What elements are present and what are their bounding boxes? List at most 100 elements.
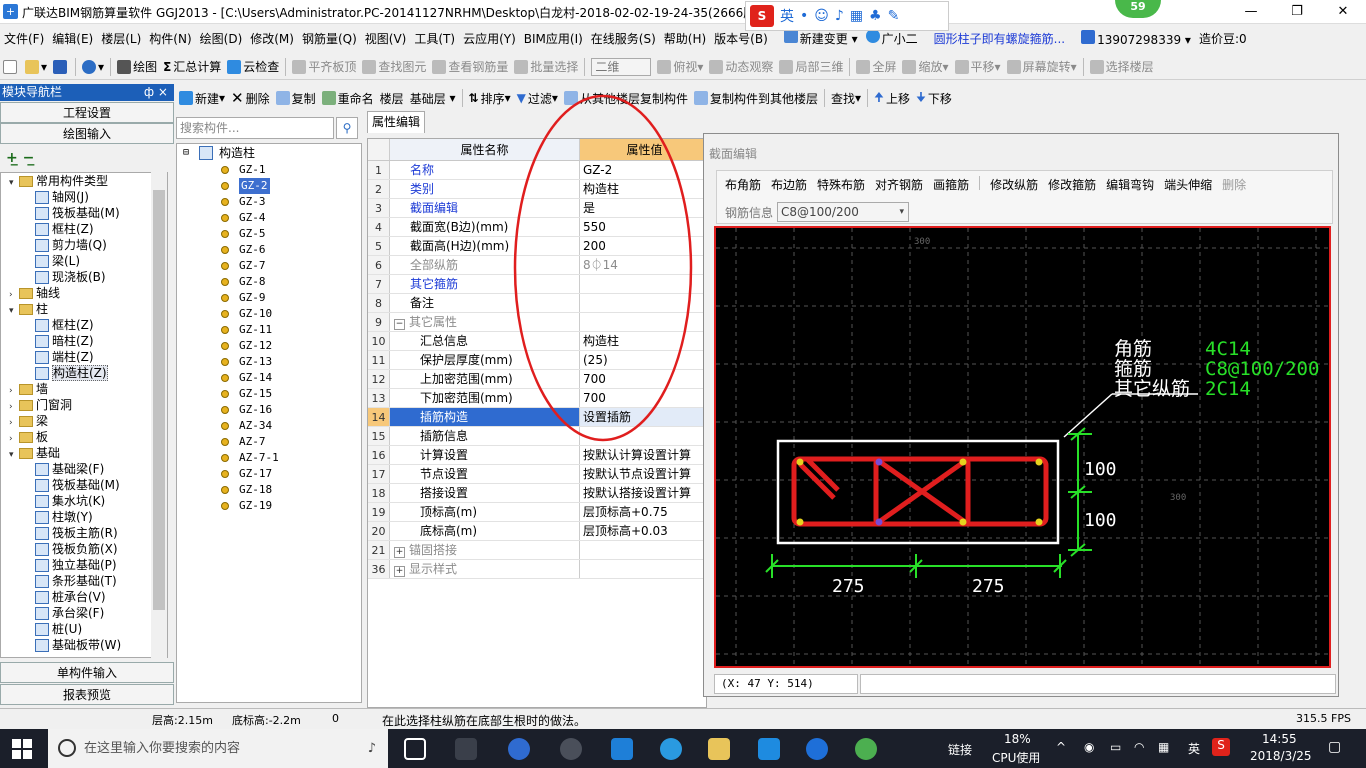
nav-tree-item[interactable]: 轴网(J): [1, 189, 167, 205]
nav-tree-item[interactable]: 筏板基础(M): [1, 477, 167, 493]
property-value[interactable]: [580, 541, 706, 559]
section-drawing[interactable]: 300 300 角筋 箍筋 其它纵筋 4C14 C8@100/200 2C14: [716, 228, 1329, 666]
new-component-button[interactable]: 新建 ▾: [176, 87, 228, 109]
component-item[interactable]: GZ-3: [177, 194, 361, 210]
filter-button[interactable]: ▼ 过滤 ▾: [514, 87, 561, 109]
section-tool-button[interactable]: 特殊布筋: [817, 176, 865, 193]
rename-button[interactable]: 重命名: [319, 87, 377, 109]
component-item[interactable]: GZ-12: [177, 338, 361, 354]
fan-app-icon[interactable]: [455, 738, 477, 760]
property-row[interactable]: 18 搭接设置 按默认搭接设置计算: [368, 484, 706, 503]
nav-tree-item[interactable]: 筏板负筋(X): [1, 541, 167, 557]
property-row[interactable]: 1 名称 GZ-2: [368, 161, 706, 180]
nav-tree-item[interactable]: 框柱(Z): [1, 221, 167, 237]
user-account[interactable]: 13907298339 ▾: [1077, 29, 1195, 47]
menu-help[interactable]: 帮助(H): [660, 30, 710, 47]
minimize-button[interactable]: —: [1228, 0, 1274, 24]
sort-button[interactable]: ⇅ 排序 ▾: [466, 87, 514, 109]
notification-center-icon[interactable]: ▢: [1328, 739, 1341, 755]
ime-toolbar[interactable]: S 英 • ☺ ♪ ▦ ♣ ✎: [745, 1, 949, 31]
batch-select-button[interactable]: 批量选择: [511, 56, 581, 78]
collapse-icon[interactable]: ⊟: [183, 144, 189, 162]
component-item[interactable]: GZ-2: [177, 178, 361, 194]
menu-component[interactable]: 构件(N): [145, 30, 195, 47]
nav-tree-item[interactable]: ▾ 常用构件类型: [1, 173, 167, 189]
nav-tree-item[interactable]: 暗柱(Z): [1, 333, 167, 349]
property-value[interactable]: 构造柱: [580, 332, 706, 350]
menu-bim[interactable]: BIM应用(I): [520, 30, 587, 47]
component-item[interactable]: GZ-19: [177, 498, 361, 514]
battery-icon[interactable]: ▭: [1110, 740, 1121, 754]
property-row[interactable]: 16 计算设置 按默认计算设置计算: [368, 446, 706, 465]
find-button[interactable]: 查找 ▾: [828, 87, 864, 109]
partial-3d-button[interactable]: 局部三维: [776, 56, 846, 78]
component-item[interactable]: GZ-5: [177, 226, 361, 242]
property-row[interactable]: 15 插筋信息: [368, 427, 706, 446]
tab-property-edit[interactable]: 属性编辑: [367, 111, 425, 133]
sum-button[interactable]: Σ 汇总计算: [160, 56, 224, 78]
single-input-button[interactable]: 单构件输入: [0, 662, 174, 683]
component-item[interactable]: GZ-17: [177, 466, 361, 482]
mic-icon[interactable]: ♪: [835, 8, 844, 24]
menu-online[interactable]: 在线服务(S): [587, 30, 660, 47]
nav-tree-item[interactable]: 桩(U): [1, 621, 167, 637]
tools-icon[interactable]: ✎: [888, 8, 900, 24]
nav-tree-item[interactable]: ▾ 基础: [1, 445, 167, 461]
tray-chevron-icon[interactable]: ^: [1056, 740, 1066, 754]
property-value[interactable]: 构造柱: [580, 180, 706, 198]
property-value[interactable]: [580, 560, 706, 578]
copy-button[interactable]: 复制: [273, 87, 319, 109]
menu-file[interactable]: 文件(F): [0, 30, 48, 47]
section-tool-button[interactable]: 端头伸缩: [1164, 176, 1212, 193]
property-row[interactable]: 20 底标高(m) 层顶标高+0.03: [368, 522, 706, 541]
menu-version[interactable]: 版本号(B): [710, 30, 772, 47]
maximize-button[interactable]: ❐: [1274, 0, 1320, 24]
copy-to-floor-button[interactable]: 复制构件到其他楼层: [691, 87, 821, 109]
property-row[interactable]: 12 上加密范围(mm) 700: [368, 370, 706, 389]
nav-tree-item[interactable]: 柱墩(Y): [1, 509, 167, 525]
move-up-button[interactable]: 🠉 上移: [871, 87, 913, 109]
expand-all-icon[interactable]: +̲ −̲: [6, 150, 34, 166]
nav-tree-item[interactable]: ▾ 柱: [1, 301, 167, 317]
task-view-icon[interactable]: [404, 738, 426, 760]
component-item[interactable]: GZ-16: [177, 402, 361, 418]
property-value[interactable]: [580, 313, 706, 331]
undo-button[interactable]: ▾: [79, 56, 107, 78]
component-item[interactable]: GZ-10: [177, 306, 361, 322]
keyboard-tray-icon[interactable]: ▦: [1158, 740, 1169, 754]
keyboard-icon[interactable]: ▦: [850, 8, 863, 24]
menu-modify[interactable]: 修改(M): [246, 30, 298, 47]
menu-draw[interactable]: 绘图(D): [196, 30, 247, 47]
section-tool-button[interactable]: 修改箍筋: [1048, 176, 1096, 193]
open-button[interactable]: ▾: [22, 56, 50, 78]
nav-scroll-thumb[interactable]: [153, 190, 165, 610]
clock-time[interactable]: 14:55: [1262, 732, 1297, 746]
settings-app-icon[interactable]: [560, 738, 582, 760]
menu-floor[interactable]: 楼层(L): [97, 30, 145, 47]
rotate-button[interactable]: 屏幕旋转 ▾: [1004, 56, 1080, 78]
floor-select[interactable]: 基础层 ▾: [407, 87, 459, 109]
component-item[interactable]: GZ-4: [177, 210, 361, 226]
tip-link[interactable]: 圆形柱子即有螺旋箍筋...: [930, 30, 1069, 47]
group-toggle-icon[interactable]: +: [394, 547, 405, 558]
emoji-icon[interactable]: ☺: [814, 8, 829, 24]
property-value[interactable]: 层顶标高+0.75: [580, 503, 706, 521]
section-tool-button[interactable]: 布边筋: [771, 176, 807, 193]
component-item[interactable]: GZ-1: [177, 162, 361, 178]
nav-tree-item[interactable]: › 墙: [1, 381, 167, 397]
nav-tree-item[interactable]: 条形基础(T): [1, 573, 167, 589]
nav-tree-item[interactable]: 基础梁(F): [1, 461, 167, 477]
component-item[interactable]: GZ-13: [177, 354, 361, 370]
component-item[interactable]: GZ-11: [177, 322, 361, 338]
edge-icon[interactable]: [611, 738, 633, 760]
property-value[interactable]: 700: [580, 370, 706, 388]
property-row[interactable]: 21 + 锚固搭接: [368, 541, 706, 560]
skin-icon[interactable]: ♣: [869, 8, 882, 24]
menu-view[interactable]: 视图(V): [361, 30, 411, 47]
nav-tree-item[interactable]: › 门窗洞: [1, 397, 167, 413]
price-beans[interactable]: 造价豆:0: [1195, 30, 1251, 47]
select-floor-button[interactable]: 选择楼层: [1087, 56, 1157, 78]
property-value[interactable]: 层顶标高+0.03: [580, 522, 706, 540]
section-tool-button[interactable]: 对齐钢筋: [875, 176, 923, 193]
property-value[interactable]: 按默认节点设置计算: [580, 465, 706, 483]
